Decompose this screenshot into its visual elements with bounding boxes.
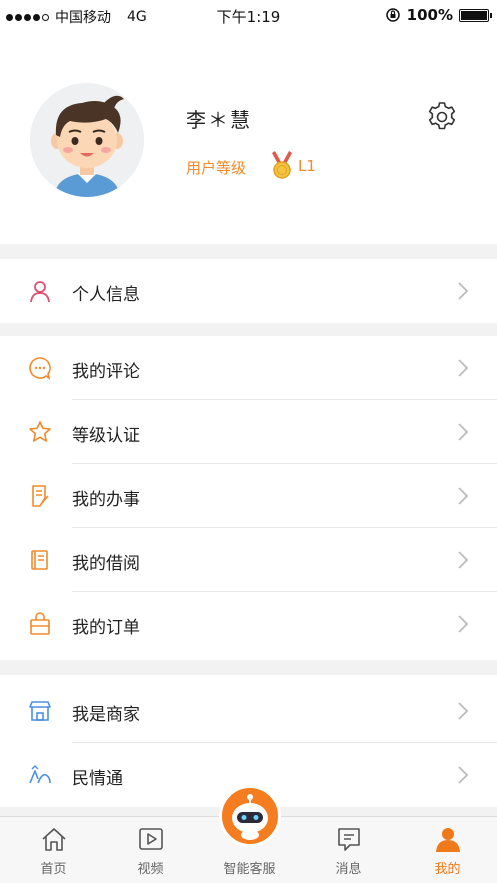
chevron-right-icon [458,551,469,569]
tab-home[interactable]: 首页 [4,817,103,883]
battery-percent: 100% [406,6,453,24]
battery-fill [461,10,487,20]
menu-item-my-affairs[interactable]: 我的办事 [0,464,497,528]
menu-item-my-comments[interactable]: 我的评论 [0,336,497,400]
video-icon [139,828,163,850]
comment-icon [29,357,51,380]
chevron-right-icon [458,282,469,300]
menu-item-label: 我的借阅 [72,554,140,574]
menu-item-label: 我的订单 [72,618,140,638]
menu-item-level-cert[interactable]: 等级认证 [0,400,497,464]
tab-label: 视频 [137,862,164,877]
tab-label: 消息 [335,862,362,877]
menu-item-merchant[interactable]: 我是商家 [0,679,497,743]
tab-label: 我的 [434,862,461,877]
tab-label: 首页 [40,862,67,877]
profile-header: 李＊慧 用户等级 L1 [0,30,497,244]
cartoon-boy-avatar-icon [30,83,144,197]
menu-item-label: 个人信息 [72,285,140,305]
menu-item-label: 我的办事 [72,490,140,510]
user-level-label: 用户等级 [186,159,247,177]
people-icon [29,765,51,784]
menu-item-my-borrowing[interactable]: 我的借阅 [0,528,497,592]
chevron-right-icon [458,615,469,633]
chevron-right-icon [458,702,469,720]
tab-video[interactable]: 视频 [101,817,200,883]
star-icon [29,421,51,442]
chevron-right-icon [458,487,469,505]
status-right: 100% [385,6,492,24]
chevron-right-icon [458,423,469,441]
menu-item-my-orders[interactable]: 我的订单 [0,592,497,660]
chevron-right-icon [458,359,469,377]
home-icon [42,828,66,851]
menu-item-personal-info[interactable]: 个人信息 [0,259,497,323]
user-icon [436,828,460,852]
tab-mine[interactable]: 我的 [398,817,497,883]
document-edit-icon [32,485,49,507]
person-icon [30,281,50,303]
smart-service-button[interactable] [219,785,281,847]
user-name: 李＊慧 [186,108,252,132]
status-bar: 中国移动 4G 下午1:19 100% [0,0,497,30]
tab-label: 智能客服 [223,862,276,877]
menu-item-label: 民情通 [72,769,123,789]
tab-messages[interactable]: 消息 [299,817,398,883]
message-icon [338,828,360,851]
orientation-lock-icon [385,8,400,22]
chevron-right-icon [458,766,469,784]
book-icon [31,550,48,570]
bag-icon [30,612,50,635]
shop-icon [29,701,51,721]
menu-group-account: 个人信息 [0,259,497,323]
menu-item-label: 我的评论 [72,362,140,382]
user-level-value: L1 [298,157,316,175]
medal-icon [272,151,292,179]
gear-icon[interactable] [425,100,459,134]
avatar[interactable] [30,83,144,197]
battery-icon [459,8,492,22]
menu-item-label: 我是商家 [72,705,140,725]
menu-item-label: 等级认证 [72,426,140,446]
menu-group-activity: 我的评论 等级认证 我的办事 我的借阅 我的订单 [0,336,497,660]
robot-icon [232,794,268,840]
